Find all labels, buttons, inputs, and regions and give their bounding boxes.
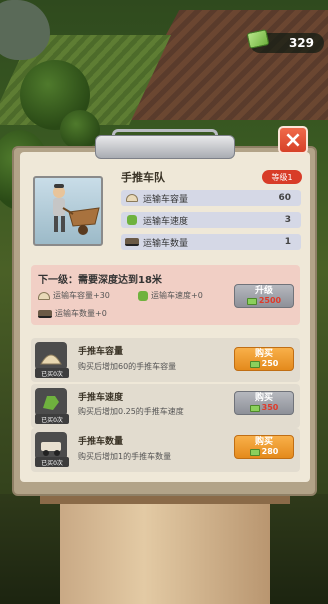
stat-value: 3 <box>284 215 291 225</box>
cart-icon <box>38 309 52 318</box>
item-desc: 购买后增加1的手推车数量 <box>78 452 172 461</box>
money-value: 329 <box>288 36 314 50</box>
stat-value: 1 <box>284 237 291 247</box>
close-button[interactable]: × <box>278 126 308 154</box>
item-desc: 购买后增加60的手推车容量 <box>78 362 177 371</box>
stone-pillar <box>60 494 270 604</box>
item-title: 手推车数量 <box>78 437 124 447</box>
cash-icon <box>249 404 260 412</box>
stat-label: 运输车速度 <box>143 216 189 227</box>
upgrade-button-label: 升级 <box>254 286 273 296</box>
bought-count: 已买0次 <box>35 414 69 424</box>
cargo-icon <box>35 342 67 370</box>
stat-count: 运输车数量 1 <box>121 234 301 250</box>
upgrade-button[interactable]: 升级 2500 <box>234 284 294 308</box>
cart-icon <box>125 238 139 246</box>
buy-capacity-button[interactable]: 购买 250 <box>234 347 294 371</box>
cart-icon <box>35 432 67 460</box>
item-title: 手推车速度 <box>78 393 124 403</box>
item-desc: 购买后增加0.25的手推车速度 <box>78 407 184 416</box>
buy-speed-button[interactable]: 购买 350 <box>234 391 294 415</box>
stat-value: 60 <box>278 193 291 203</box>
tree <box>60 110 100 150</box>
bonus-capacity: 运输车容量+30 <box>38 290 110 301</box>
bought-count: 已买0次 <box>35 457 69 467</box>
buy-count-button[interactable]: 购买 280 <box>234 435 294 459</box>
clipboard-clip <box>95 135 235 159</box>
bought-count: 已买0次 <box>35 368 69 378</box>
cash-icon <box>249 360 260 368</box>
cart-worker-illustration <box>53 184 100 235</box>
close-icon: × <box>283 127 303 153</box>
cash-icon <box>246 297 257 305</box>
speed-icon <box>35 388 67 416</box>
cash-icon <box>249 448 260 456</box>
cargo-icon <box>126 194 138 202</box>
rock <box>0 0 50 60</box>
stat-label: 运输车容量 <box>143 194 189 205</box>
next-level-title: 下一级：需要深度达到18米 <box>38 275 162 286</box>
speed-icon <box>138 290 148 301</box>
speed-icon <box>127 215 137 225</box>
cargo-icon <box>38 291 50 300</box>
item-title: 手推车容量 <box>78 347 124 357</box>
stat-label: 运输车数量 <box>143 238 189 249</box>
level-badge: 等级1 <box>262 170 302 184</box>
stat-capacity: 运输车容量 60 <box>121 190 301 206</box>
stat-speed: 运输车速度 3 <box>121 212 301 228</box>
worker-portrait <box>33 176 103 246</box>
dialog-title: 手推车队 <box>121 171 165 184</box>
upgrade-price: 2500 <box>258 296 282 305</box>
bonus-count: 运输车数量+0 <box>38 308 107 319</box>
bonus-speed: 运输车速度+0 <box>138 290 203 301</box>
